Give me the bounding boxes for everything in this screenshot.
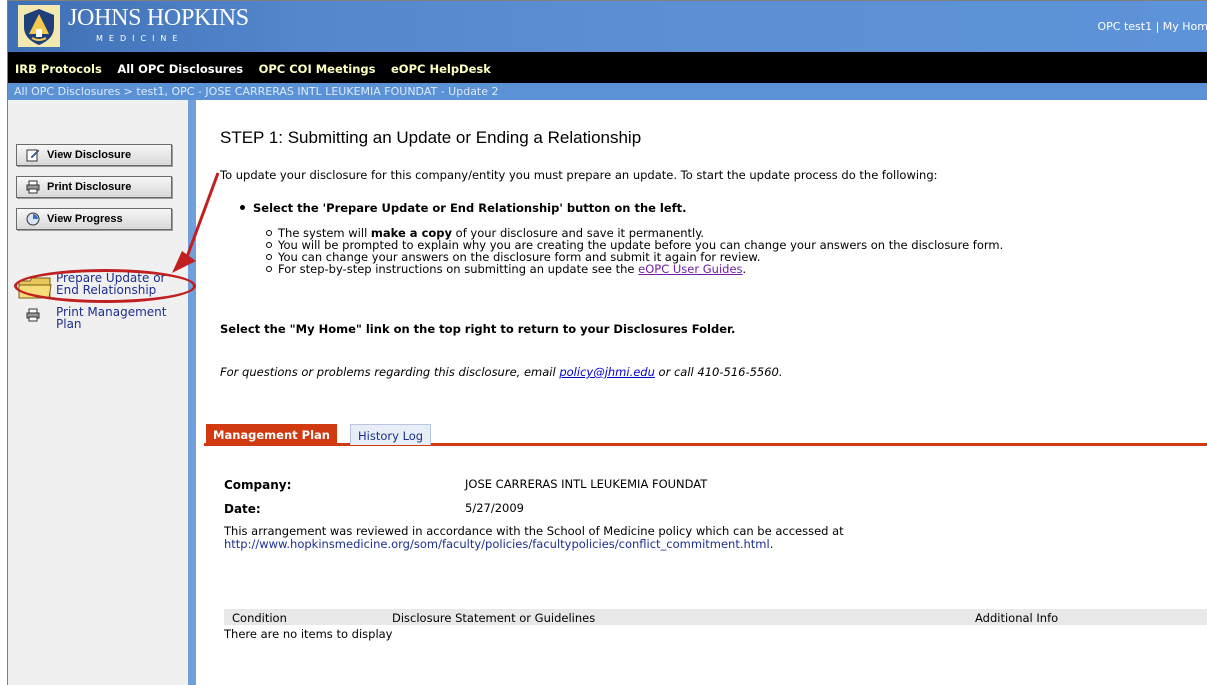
column-additional-info: Additional Info bbox=[975, 611, 1059, 625]
view-disclosure-label: View Disclosure bbox=[47, 149, 132, 161]
user-links[interactable]: OPC test1 | My Hom bbox=[1097, 20, 1207, 33]
home-note: Select the "My Home" link on the top rig… bbox=[220, 322, 736, 336]
nav-irb-protocols[interactable]: IRB Protocols bbox=[15, 62, 102, 76]
instruction-bullet-text: Select the 'Prepare Update or End Relati… bbox=[253, 201, 687, 215]
hopkins-shield-icon bbox=[18, 5, 60, 47]
breadcrumb[interactable]: All OPC Disclosures > test1, OPC - JOSE … bbox=[8, 83, 1207, 100]
top-nav: IRB Protocols All OPC Disclosures OPC CO… bbox=[8, 52, 1207, 83]
print-management-plan-link[interactable]: Print Management Plan bbox=[56, 306, 166, 330]
callout-highlight-ellipse bbox=[14, 269, 196, 303]
tab-history-log[interactable]: History Log bbox=[350, 424, 432, 445]
table-empty-message: There are no items to display bbox=[224, 627, 393, 641]
table-header: Condition Disclosure Statement or Guidel… bbox=[224, 609, 1207, 625]
print-disclosure-button[interactable]: Print Disclosure bbox=[16, 176, 172, 198]
contact-email-link[interactable]: policy@jhmi.edu bbox=[559, 365, 655, 379]
column-disclosure-statement: Disclosure Statement or Guidelines bbox=[392, 611, 596, 625]
review-text: This arrangement was reviewed in accorda… bbox=[224, 525, 844, 551]
page-title: STEP 1: Submitting an Update or Ending a… bbox=[220, 128, 642, 147]
date-value: 5/27/2009 bbox=[465, 501, 524, 515]
contact-text: For questions or problems regarding this… bbox=[220, 365, 783, 379]
site-header: JOHNS HOPKINS MEDICINE OPC test1 | My Ho… bbox=[8, 1, 1207, 52]
bullet-icon bbox=[240, 205, 245, 210]
intro-text: To update your disclosure for this compa… bbox=[220, 168, 938, 182]
sub-bullet-4-text: For step-by-step instructions on submitt… bbox=[278, 262, 639, 276]
eopc-user-guides-link[interactable]: eOPC User Guides bbox=[638, 262, 742, 276]
contact-text-end: or call 410-516-5560. bbox=[654, 365, 783, 379]
sub-bullet-4: For step-by-step instructions on submitt… bbox=[266, 262, 746, 276]
edit-document-icon bbox=[26, 149, 40, 162]
logo-subtitle: MEDICINE bbox=[96, 34, 184, 43]
circle-bullet-icon bbox=[266, 254, 272, 260]
sub-bullet-4-text-end: . bbox=[742, 262, 747, 276]
printer-icon bbox=[26, 180, 40, 194]
tab-bar: Management Plan History Log bbox=[204, 422, 1207, 446]
company-label: Company: bbox=[224, 478, 292, 492]
policy-url-end: . bbox=[769, 537, 774, 551]
column-condition: Condition bbox=[232, 611, 287, 625]
contact-text-start: For questions or problems regarding this… bbox=[220, 365, 560, 379]
sidebar: View Disclosure Print Disclosure View Pr… bbox=[8, 100, 188, 685]
logo-wordmark: JOHNS HOPKINS bbox=[68, 5, 249, 31]
view-progress-label: View Progress bbox=[47, 213, 123, 225]
progress-icon bbox=[26, 212, 40, 226]
nav-eopc-helpdesk[interactable]: eOPC HelpDesk bbox=[391, 62, 491, 76]
print-disclosure-label: Print Disclosure bbox=[47, 181, 132, 193]
policy-url[interactable]: http://www.hopkinsmedicine.org/som/facul… bbox=[224, 537, 770, 551]
logo[interactable]: JOHNS HOPKINS MEDICINE bbox=[8, 1, 298, 52]
circle-bullet-icon bbox=[266, 266, 272, 272]
printer-icon bbox=[26, 308, 40, 322]
nav-opc-coi-meetings[interactable]: OPC COI Meetings bbox=[259, 62, 376, 76]
date-label: Date: bbox=[224, 502, 261, 516]
circle-bullet-icon bbox=[266, 230, 272, 236]
instruction-bullet: Select the 'Prepare Update or End Relati… bbox=[240, 201, 687, 215]
view-disclosure-button[interactable]: View Disclosure bbox=[16, 144, 172, 166]
app-window: JOHNS HOPKINS MEDICINE OPC test1 | My Ho… bbox=[7, 0, 1207, 685]
circle-bullet-icon bbox=[266, 242, 272, 248]
print-plan-line2: Plan bbox=[56, 317, 82, 331]
company-value: JOSE CARRERAS INTL LEUKEMIA FOUNDAT bbox=[465, 477, 708, 491]
nav-all-opc-disclosures[interactable]: All OPC Disclosures bbox=[117, 62, 243, 76]
main-content: STEP 1: Submitting an Update or Ending a… bbox=[204, 100, 1207, 685]
view-progress-button[interactable]: View Progress bbox=[16, 208, 172, 230]
tab-management-plan[interactable]: Management Plan bbox=[206, 424, 337, 445]
